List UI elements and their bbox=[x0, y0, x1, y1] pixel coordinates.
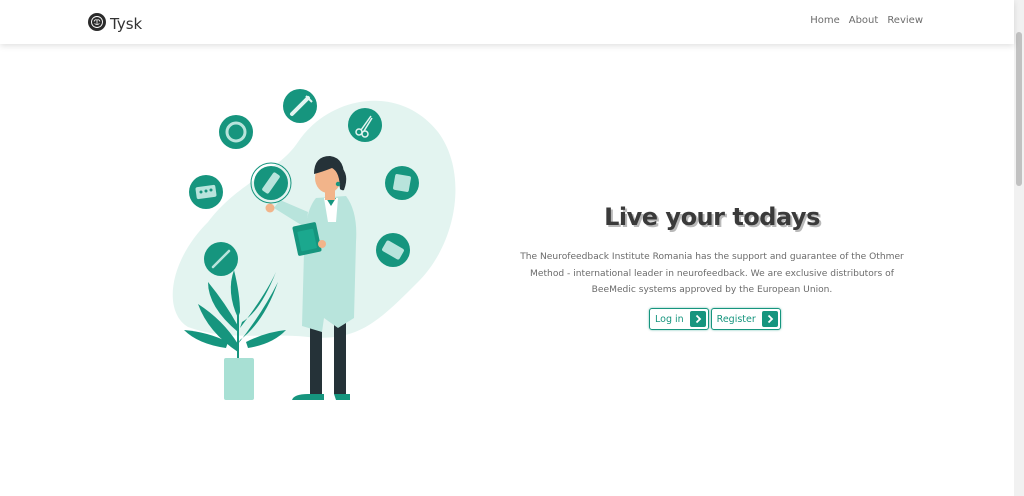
hero-title: Live your todays bbox=[604, 203, 820, 231]
pill-packet-icon bbox=[385, 166, 419, 200]
login-button-label: Log in bbox=[655, 313, 684, 325]
hero-description: The Neurofeedback Institute Romania has … bbox=[520, 252, 904, 296]
hero-illustration bbox=[168, 82, 468, 406]
brand-name: Tysk bbox=[110, 15, 143, 33]
vial-icon bbox=[250, 162, 292, 204]
nav-link-review[interactable]: Review bbox=[887, 15, 923, 26]
nav-link-about[interactable]: About bbox=[849, 15, 879, 26]
register-button[interactable]: Register bbox=[710, 308, 781, 330]
tablets-icon bbox=[189, 175, 223, 209]
page-scrollbar[interactable] bbox=[1014, 0, 1024, 496]
nav-link-home[interactable]: Home bbox=[810, 15, 840, 26]
login-button[interactable]: Log in bbox=[649, 308, 709, 330]
brand-link[interactable]: Tysk bbox=[88, 10, 142, 34]
hero-buttons: Log in Register bbox=[649, 308, 781, 330]
nav-links: Home About Review bbox=[810, 15, 923, 26]
ring-icon bbox=[219, 115, 253, 149]
navbar: Tysk Home About Review bbox=[0, 0, 1014, 44]
brain-logo-icon bbox=[88, 13, 106, 31]
plant-pot bbox=[224, 358, 254, 400]
chevron-right-icon bbox=[689, 311, 706, 327]
thermometer-icon bbox=[204, 242, 238, 276]
page: Tysk Home About Review Live your todays … bbox=[0, 0, 1024, 496]
chevron-right-icon bbox=[761, 311, 778, 327]
syringe-icon bbox=[283, 89, 317, 123]
blister-pack-icon bbox=[376, 233, 410, 267]
scrollbar-thumb[interactable] bbox=[1016, 32, 1022, 186]
register-button-label: Register bbox=[716, 313, 756, 325]
scissors-icon bbox=[348, 108, 382, 142]
